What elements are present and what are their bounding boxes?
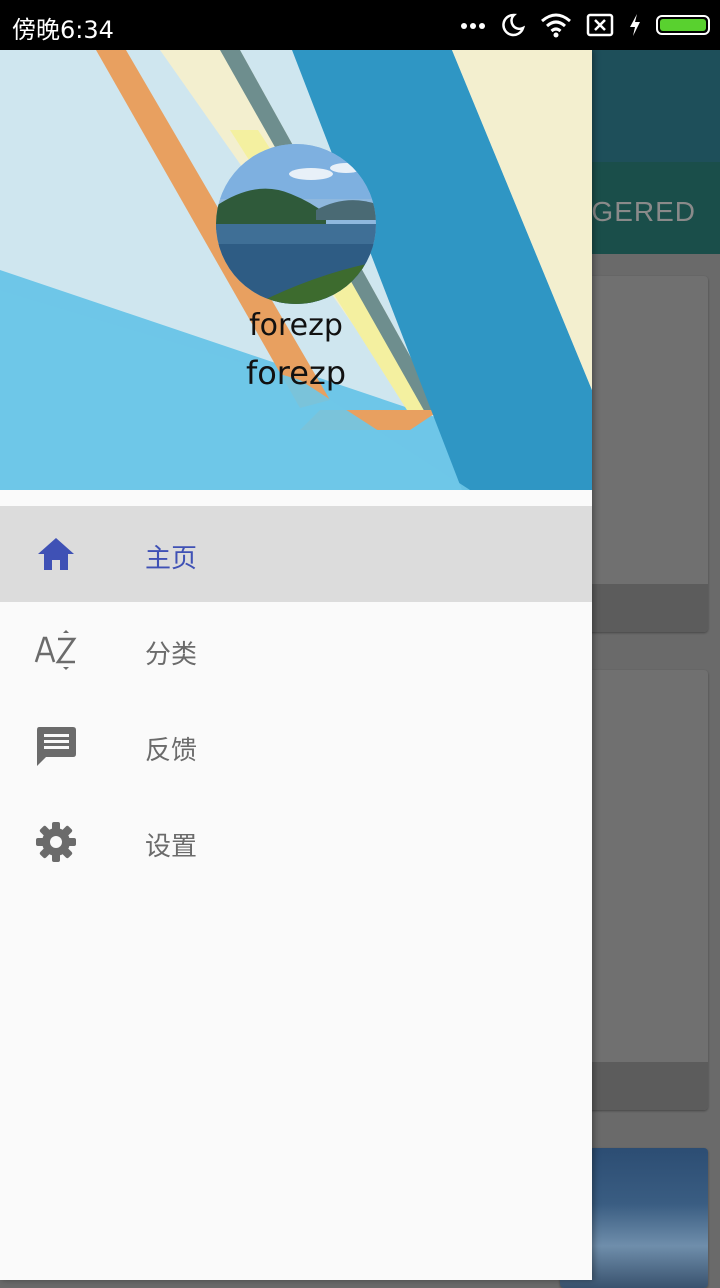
charging-icon — [628, 11, 642, 39]
battery-icon — [656, 15, 710, 35]
drawer-header: forezp forezp — [0, 50, 592, 490]
status-icons — [460, 10, 710, 40]
settings-icon — [34, 820, 78, 864]
status-bar: 傍晚6:34 — [0, 0, 720, 50]
feedback-icon — [34, 724, 78, 768]
user-name: forezp — [249, 308, 343, 343]
menu-item-label: 设置 — [145, 832, 198, 862]
wifi-icon — [540, 11, 572, 39]
navigation-drawer: forezp forezp 主页 分类 反馈 设置 — [0, 50, 592, 1280]
menu-item-label: 反馈 — [145, 736, 198, 766]
menu-item-label: 分类 — [145, 640, 198, 670]
menu-item-category[interactable]: 分类 — [0, 602, 592, 698]
menu-item-label: 主页 — [145, 544, 198, 574]
user-email: forezp — [245, 354, 347, 392]
user-avatar[interactable] — [216, 144, 376, 304]
menu-item-home[interactable]: 主页 — [0, 506, 592, 602]
menu-item-feedback[interactable]: 反馈 — [0, 698, 592, 794]
sim-x-icon — [586, 11, 614, 39]
moon-icon — [500, 11, 526, 39]
sort-az-icon — [34, 628, 78, 672]
more-dots-icon — [460, 11, 486, 39]
drawer-menu: 主页 分类 反馈 设置 — [0, 506, 592, 890]
status-time: 傍晚6:34 — [12, 16, 114, 44]
menu-item-settings[interactable]: 设置 — [0, 794, 592, 890]
home-icon — [34, 532, 78, 576]
